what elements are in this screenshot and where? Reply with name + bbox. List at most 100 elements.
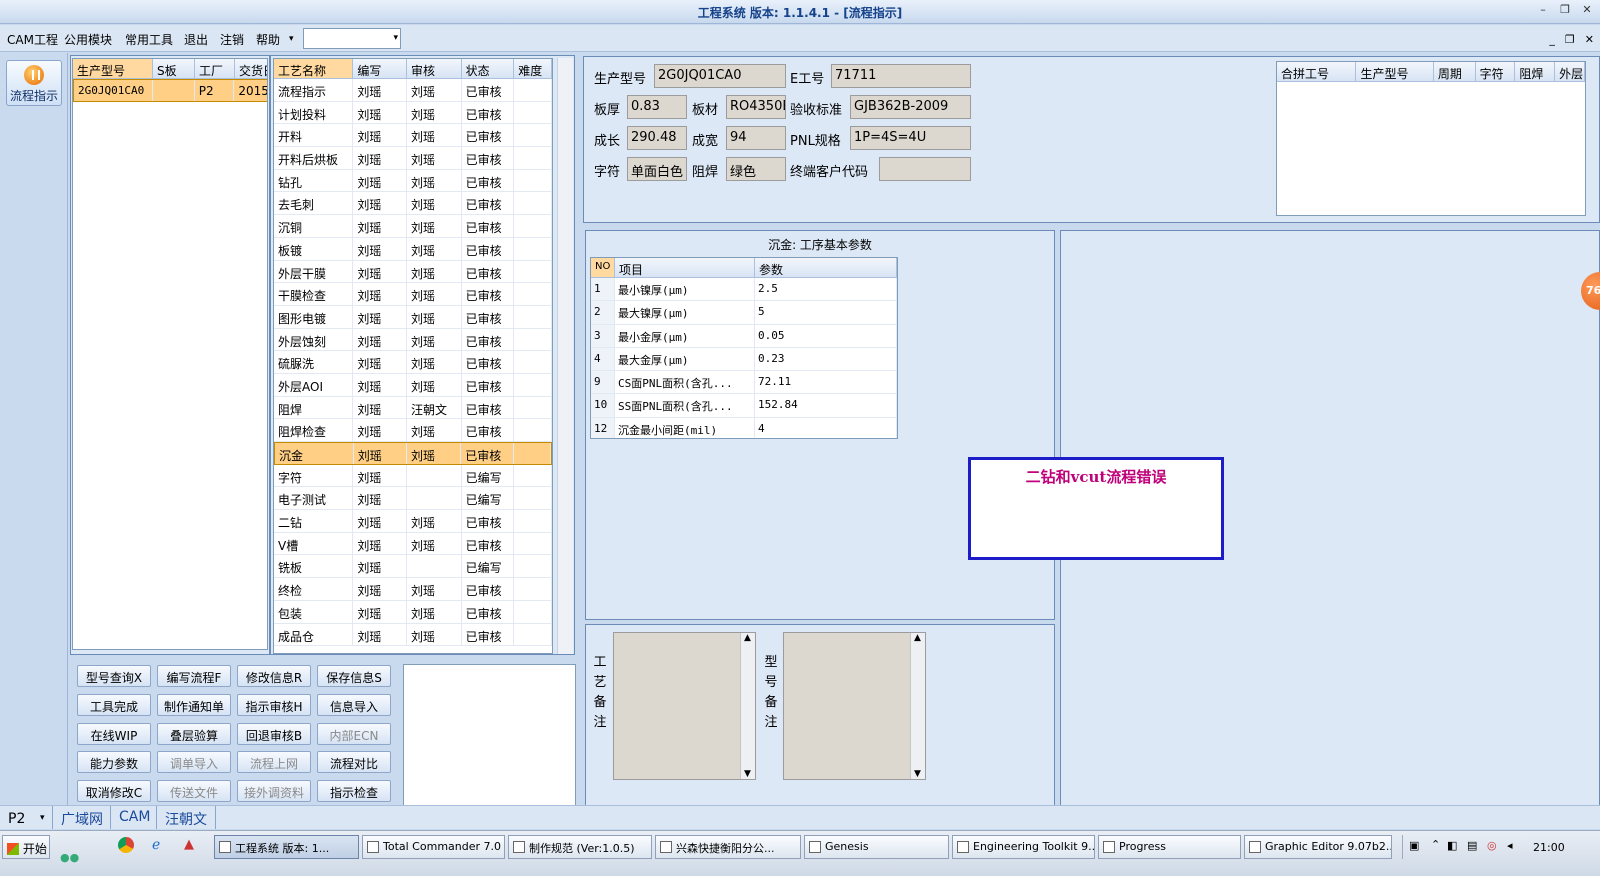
taskbar-item[interactable]: Progress bbox=[1098, 835, 1241, 859]
process-col-status[interactable]: 状态 bbox=[462, 59, 515, 78]
table-row[interactable]: 板镀 刘瑶 刘瑶 已审核 bbox=[274, 237, 552, 261]
table-row[interactable]: 开料后烘板 刘瑶 刘瑶 已审核 bbox=[274, 147, 552, 170]
model-col-s[interactable]: S板 bbox=[153, 59, 195, 78]
chrome-icon[interactable] bbox=[118, 837, 134, 853]
model-col-model[interactable]: 生产型号 bbox=[73, 59, 153, 78]
standard-field[interactable]: GJB362B-2009 bbox=[850, 95, 971, 119]
table-row[interactable]: 沉铜 刘瑶 刘瑶 已审核 bbox=[274, 215, 552, 238]
action-button[interactable]: 叠层验算 bbox=[157, 722, 231, 745]
scroll-up-icon[interactable]: ▲ bbox=[744, 633, 751, 643]
action-button[interactable]: 信息导入 bbox=[317, 693, 391, 716]
scroll-down-icon[interactable]: ▼ bbox=[914, 769, 921, 779]
action-button[interactable]: 在线WIP bbox=[77, 722, 151, 745]
action-button[interactable]: 能力参数 bbox=[77, 751, 151, 774]
table-row[interactable]: 去毛刺 刘瑶 刘瑶 已审核 bbox=[274, 192, 552, 216]
chevron-down-icon[interactable]: ▾ bbox=[40, 813, 45, 823]
thickness-field[interactable]: 0.83 bbox=[627, 95, 687, 119]
table-row[interactable]: 1 最小镍厚(μm) 2.5 bbox=[591, 278, 897, 302]
chevron-up-icon[interactable]: ⌃ bbox=[1431, 838, 1440, 851]
table-row[interactable]: 钻孔 刘瑶 刘瑶 已审核 bbox=[274, 169, 552, 193]
table-row[interactable]: 外层干膜 刘瑶 刘瑶 已审核 bbox=[274, 260, 552, 284]
mdi-close-icon[interactable]: ✕ bbox=[1585, 33, 1594, 46]
material-field[interactable]: RO4350B bbox=[726, 95, 786, 119]
table-row[interactable]: 铣板 刘瑶 已编写 bbox=[274, 555, 552, 579]
scroll-up-icon[interactable]: ▲ bbox=[914, 633, 921, 643]
table-row[interactable]: 外层AOI 刘瑶 刘瑶 已审核 bbox=[274, 373, 552, 397]
process-col-name[interactable]: 工艺名称 bbox=[274, 59, 354, 78]
action-button[interactable]: 型号查询X bbox=[77, 665, 151, 687]
action-button[interactable]: 取消修改C bbox=[77, 780, 151, 803]
action-button[interactable]: 传送文件 bbox=[157, 780, 231, 803]
model-col-date[interactable]: 交货日 bbox=[235, 59, 267, 78]
table-row[interactable]: 10 SS面PNL面积(含孔... 152.84 bbox=[591, 394, 897, 418]
mdi-minimize-icon[interactable]: _ bbox=[1549, 33, 1555, 46]
combine-col[interactable]: 阻焊 bbox=[1515, 62, 1556, 81]
table-row[interactable]: 二钻 刘瑶 刘瑶 已审核 bbox=[274, 510, 552, 533]
volume-icon[interactable]: ◂ bbox=[1507, 839, 1513, 852]
process-col-reviewer[interactable]: 审核 bbox=[407, 59, 462, 78]
minimize-icon[interactable]: – bbox=[1536, 3, 1550, 16]
table-row[interactable]: 4 最大金厚(μm) 0.23 bbox=[591, 347, 897, 372]
table-row[interactable]: 包装 刘瑶 刘瑶 已审核 bbox=[274, 600, 552, 624]
eno-field[interactable]: 71711 bbox=[831, 64, 971, 88]
tray-icon[interactable]: ◧ bbox=[1447, 839, 1457, 852]
action-button[interactable]: 流程上网 bbox=[237, 751, 311, 774]
table-row[interactable]: 干膜检查 刘瑶 刘瑶 已审核 bbox=[274, 283, 552, 306]
table-row[interactable]: 12 沉金最小间距(mil) 4 bbox=[591, 417, 897, 438]
factory-selector[interactable]: P2 bbox=[8, 811, 25, 827]
table-row[interactable]: 沉金 刘瑶 刘瑶 已审核 bbox=[274, 442, 552, 465]
process-col-difficulty[interactable]: 难度 bbox=[514, 59, 552, 78]
tab-wan[interactable]: 广域网 bbox=[52, 806, 111, 829]
taskbar-item[interactable]: 兴森快捷衡阳分公... bbox=[655, 835, 801, 859]
scroll-down-icon[interactable]: ▼ bbox=[744, 769, 751, 779]
table-row[interactable]: 阻焊 刘瑶 汪朝文 已审核 bbox=[274, 396, 552, 420]
tab-user[interactable]: 汪朝文 bbox=[156, 806, 216, 829]
menu-logout[interactable]: 注销 bbox=[220, 31, 244, 48]
menu-combo[interactable]: ▾ bbox=[303, 28, 401, 49]
menu-common-modules[interactable]: 公用模块 bbox=[64, 31, 112, 48]
table-row[interactable]: 终检 刘瑶 刘瑶 已审核 bbox=[274, 578, 552, 601]
quicklaunch-icon[interactable]: ●● bbox=[60, 851, 79, 864]
combine-col[interactable]: 生产型号 bbox=[1356, 62, 1434, 81]
tray-icon[interactable]: ◎ bbox=[1487, 839, 1497, 852]
table-row[interactable]: 2G0JQ01CA0 P2 2015/ bbox=[73, 79, 267, 102]
menu-overflow-icon[interactable]: ▾ bbox=[289, 34, 294, 44]
char-field[interactable]: 单面白色 bbox=[627, 157, 687, 181]
ie-icon[interactable]: ℯ bbox=[152, 837, 160, 853]
table-row[interactable]: 9 CS面PNL面积(含孔... 72.11 bbox=[591, 371, 897, 395]
menu-cam[interactable]: CAM工程 bbox=[7, 31, 58, 48]
flow-indicator-button[interactable]: 流程指示 bbox=[6, 60, 62, 106]
table-row[interactable]: V槽 刘瑶 刘瑶 已审核 bbox=[274, 532, 552, 556]
process-vscroll[interactable] bbox=[557, 58, 573, 654]
tray-icon[interactable]: ▤ bbox=[1467, 839, 1477, 852]
combine-col[interactable]: 周期 bbox=[1434, 62, 1476, 81]
taskbar-item[interactable]: Graphic Editor 9.07b2... bbox=[1244, 835, 1392, 859]
action-button[interactable]: 内部ECN bbox=[317, 722, 391, 745]
table-row[interactable]: 硫脲洗 刘瑶 刘瑶 已审核 bbox=[274, 351, 552, 374]
action-button[interactable]: 接外调资料 bbox=[237, 780, 311, 803]
params-col-value[interactable]: 参数 bbox=[755, 258, 897, 277]
action-button[interactable]: 指示检查 bbox=[317, 780, 391, 803]
taskbar-item[interactable]: 制作规范 (Ver:1.0.5) bbox=[508, 835, 652, 859]
table-row[interactable]: 字符 刘瑶 已编写 bbox=[274, 464, 552, 488]
combine-col[interactable]: 外层 bbox=[1555, 62, 1585, 81]
mdi-restore-icon[interactable]: ❐ bbox=[1565, 33, 1575, 46]
combine-col[interactable]: 字符 bbox=[1476, 62, 1516, 81]
tray-icon[interactable]: ▣ bbox=[1409, 839, 1419, 852]
chevron-down-icon[interactable]: ▾ bbox=[393, 33, 398, 43]
menu-exit[interactable]: 退出 bbox=[184, 31, 208, 48]
action-button[interactable]: 制作通知单 bbox=[157, 693, 231, 716]
model-col-factory[interactable]: 工厂 bbox=[195, 59, 235, 78]
table-row[interactable]: 电子测试 刘瑶 已编写 bbox=[274, 487, 552, 511]
action-button[interactable]: 调单导入 bbox=[157, 751, 231, 774]
action-button[interactable]: 修改信息R bbox=[237, 665, 311, 687]
tab-cam[interactable]: CAM bbox=[110, 806, 158, 829]
process-note-field[interactable]: ▲ ▼ bbox=[613, 632, 756, 780]
taskbar-item[interactable]: Engineering Toolkit 9.... bbox=[952, 835, 1095, 859]
pnl-field[interactable]: 1P=4S=4U bbox=[850, 126, 971, 150]
close-icon[interactable]: ✕ bbox=[1580, 3, 1594, 16]
taskbar-item[interactable]: 工程系统 版本: 1... bbox=[214, 835, 359, 859]
action-button[interactable]: 指示审核H bbox=[237, 693, 311, 716]
start-button[interactable]: 开始 bbox=[2, 835, 50, 859]
table-row[interactable]: 流程指示 刘瑶 刘瑶 已审核 bbox=[274, 79, 552, 102]
